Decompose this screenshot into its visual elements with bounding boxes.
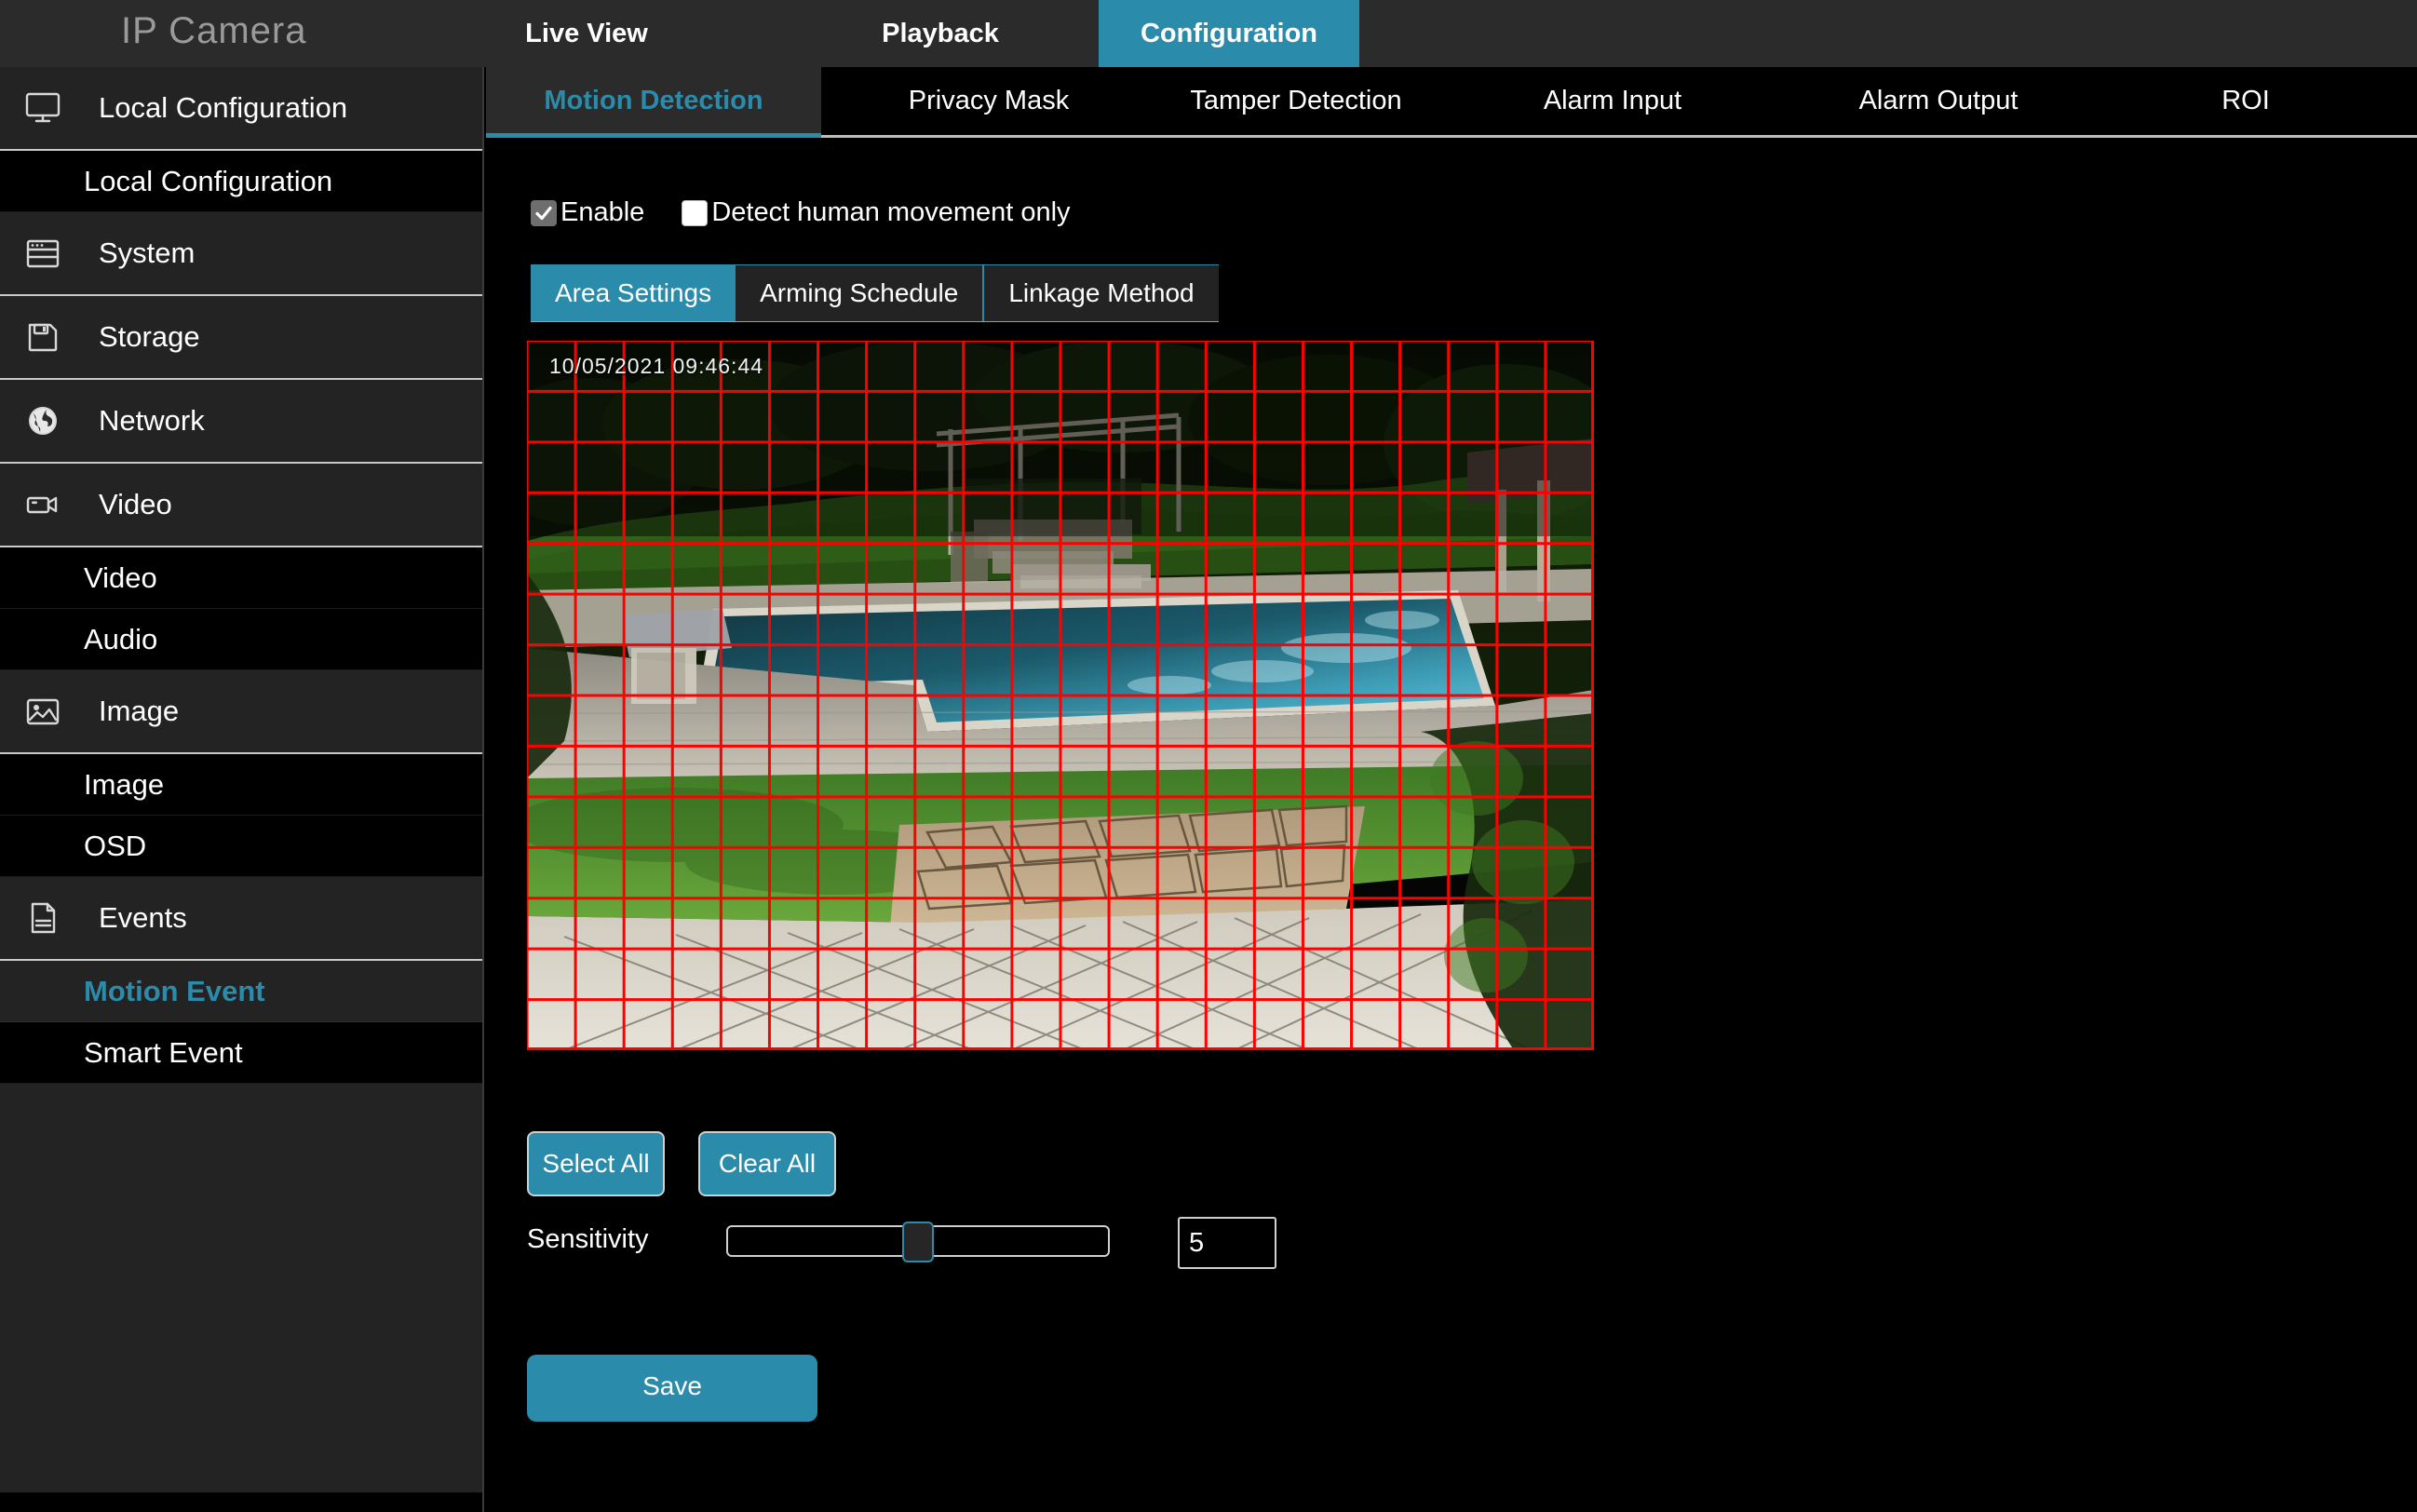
- sidebar-subitem-label: Image: [84, 767, 165, 801]
- checkbox-label: Enable: [560, 197, 645, 227]
- sub-tab-bar: Motion Detection Privacy Mask Tamper Detec…: [486, 67, 2417, 138]
- checkbox-row[interactable]: Detect human movement only: [682, 197, 1071, 228]
- monitor-icon: [9, 91, 76, 125]
- sub-tab-roi[interactable]: ROI: [2125, 67, 2367, 135]
- sensitivity-label: Sensitivity: [527, 1224, 649, 1254]
- sidebar-item-label: Local Configuration: [99, 91, 348, 124]
- sidebar-subitem-smart-event[interactable]: Smart Event: [0, 1022, 482, 1084]
- sidebar: Local Configuration Local Configuration Sy…: [0, 67, 484, 1512]
- top-bar: IP Camera Live View Playback Configuration: [0, 0, 2417, 67]
- floppy-disk-icon: [9, 320, 76, 354]
- sidebar-filler: [0, 1084, 482, 1492]
- sidebar-subitem-label: Smart Event: [84, 1035, 243, 1069]
- sidebar-item-label: Video: [99, 488, 172, 520]
- sidebar-item-local-configuration[interactable]: Local Configuration: [0, 67, 482, 151]
- sidebar-item-network[interactable]: Network: [0, 380, 482, 464]
- camcorder-icon: [9, 488, 76, 521]
- inner-tab-area-settings[interactable]: Area Settings: [531, 265, 736, 321]
- sensitivity-slider[interactable]: [726, 1222, 1110, 1262]
- sidebar-subitem-audio[interactable]: Audio: [0, 609, 482, 670]
- sidebar-item-video[interactable]: Video: [0, 464, 482, 547]
- sidebar-item-system[interactable]: System: [0, 212, 482, 296]
- sub-tab-tamper-detection[interactable]: Tamper Detection: [1128, 67, 1464, 135]
- checkbox-enable[interactable]: [531, 199, 557, 226]
- sidebar-subitem-osd[interactable]: OSD: [0, 816, 482, 877]
- sidebar-subitem-label: OSD: [84, 829, 147, 862]
- sub-tab-alarm-output[interactable]: Alarm Output: [1771, 67, 2106, 135]
- video-preview[interactable]: 10/05/2021 09:46:44: [527, 341, 1594, 1050]
- inner-tab-bar: Area Settings Arming Schedule Linkage Meth…: [531, 264, 1219, 322]
- sub-tab-privacy-mask[interactable]: Privacy Mask: [821, 67, 1156, 135]
- sub-tab-alarm-input[interactable]: Alarm Input: [1445, 67, 1780, 135]
- app-title: IP Camera: [121, 10, 307, 51]
- sub-tab-motion-detection[interactable]: Motion Detection: [486, 67, 821, 138]
- sidebar-item-label: Image: [99, 695, 180, 727]
- top-nav-live-view[interactable]: Live View: [466, 0, 708, 67]
- sidebar-item-storage[interactable]: Storage: [0, 296, 482, 380]
- save-button[interactable]: Save: [527, 1355, 817, 1422]
- sensitivity-slider-thumb[interactable]: [902, 1222, 934, 1262]
- top-nav-configuration[interactable]: Configuration: [1099, 0, 1359, 67]
- system-window-icon: [9, 236, 76, 270]
- sidebar-item-label: Storage: [99, 320, 200, 353]
- sidebar-subitem-label: Audio: [84, 622, 158, 655]
- sidebar-subitem-video[interactable]: Video: [0, 547, 482, 609]
- sidebar-item-label: System: [99, 236, 196, 269]
- picture-icon: [9, 695, 76, 728]
- sidebar-subitem-label: Motion Event: [84, 974, 265, 1007]
- sidebar-subitem-image[interactable]: Image: [0, 754, 482, 816]
- document-icon: [9, 901, 76, 935]
- video-timestamp: 10/05/2021 09:46:44: [549, 354, 764, 378]
- sidebar-item-image[interactable]: Image: [0, 670, 482, 754]
- motion-detection-grid-overlay[interactable]: [527, 341, 1594, 1050]
- checkbox-detect-human-movement-only[interactable]: [682, 199, 709, 226]
- sidebar-subitem-local-configuration[interactable]: Local Configuration: [0, 151, 482, 212]
- globe-icon: [9, 404, 76, 438]
- sidebar-subitem-label: Video: [84, 560, 157, 594]
- checkbox-row[interactable]: Enable: [531, 197, 644, 228]
- sidebar-item-events[interactable]: Events: [0, 877, 482, 961]
- sidebar-subitem-motion-event[interactable]: Motion Event: [0, 961, 482, 1022]
- options-checkbox-row: Enable Detect human movement only: [531, 197, 1071, 228]
- top-nav-playback[interactable]: Playback: [819, 0, 1061, 67]
- sensitivity-input[interactable]: 5: [1178, 1217, 1276, 1269]
- checkbox-label: Detect human movement only: [711, 197, 1071, 227]
- sidebar-item-label: Events: [99, 901, 187, 934]
- select-all-button[interactable]: Select All: [527, 1131, 665, 1196]
- inner-tab-arming-schedule[interactable]: Arming Schedule: [736, 265, 985, 321]
- sidebar-item-label: Network: [99, 404, 205, 437]
- inner-tab-linkage-method[interactable]: Linkage Method: [984, 265, 1219, 321]
- sidebar-subitem-label: Local Configuration: [84, 164, 333, 197]
- clear-all-button[interactable]: Clear All: [698, 1131, 836, 1196]
